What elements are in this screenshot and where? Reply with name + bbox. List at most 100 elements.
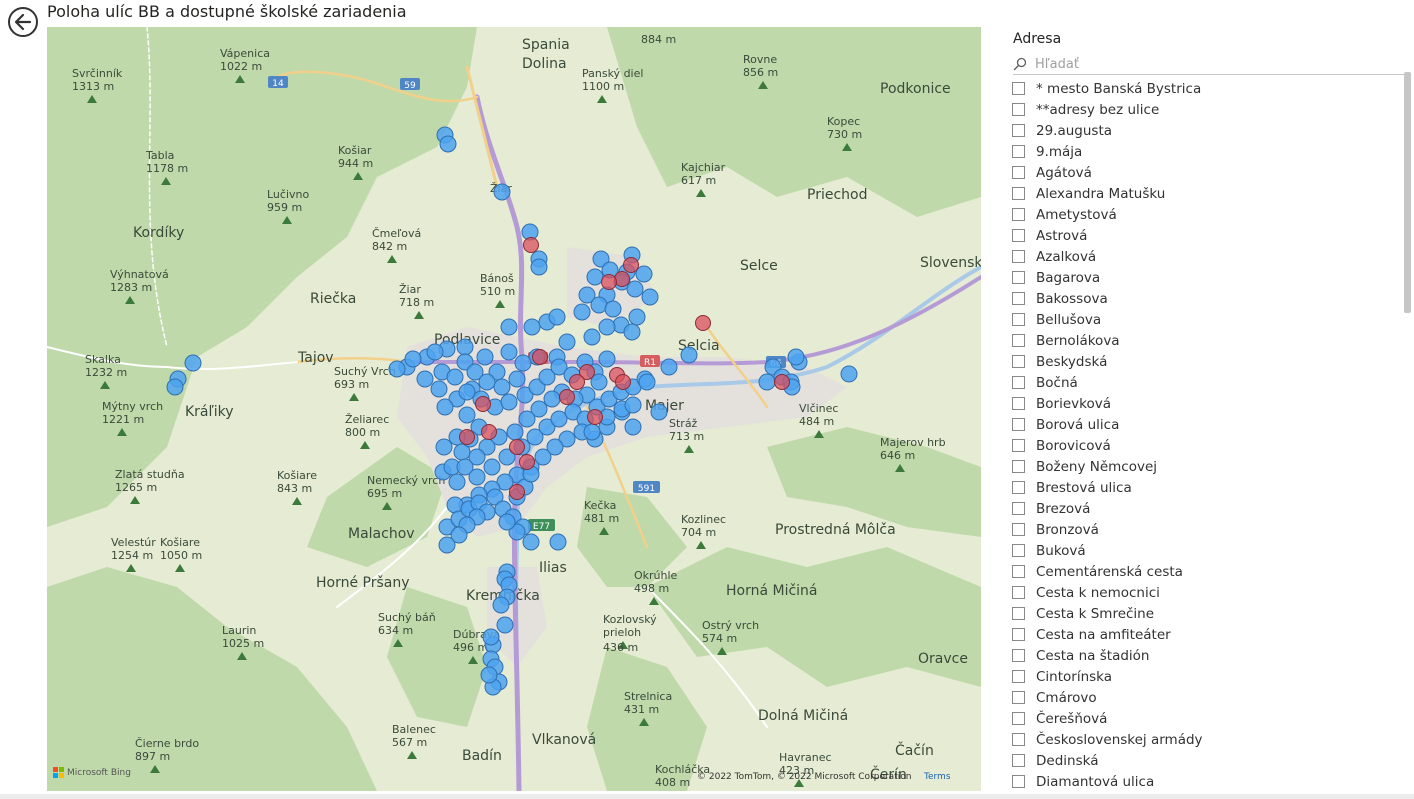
checkbox[interactable] [1012,439,1025,452]
map-point[interactable] [787,348,805,366]
slicer-item[interactable]: Československej armády [1011,729,1399,750]
map-point[interactable] [758,373,776,391]
map-point-red[interactable] [475,396,491,412]
map-point[interactable] [438,536,456,554]
map-point[interactable] [522,533,540,551]
map-point-red[interactable] [519,454,535,470]
map-point-red[interactable] [532,349,548,365]
map-point[interactable] [543,390,561,408]
slicer-item[interactable]: Cmárovo [1011,687,1399,708]
map-point[interactable] [478,373,496,391]
slicer-item[interactable]: **adresy bez ulice [1011,99,1399,120]
map-point[interactable] [558,333,576,351]
slicer-item[interactable]: Borová ulica [1011,414,1399,435]
map-point[interactable] [623,323,641,341]
slicer-item[interactable]: Ametystová [1011,204,1399,225]
map-point[interactable] [456,338,474,356]
map-point[interactable] [506,423,524,441]
map-point[interactable] [436,398,454,416]
checkbox[interactable] [1012,712,1025,725]
map-point[interactable] [166,378,184,396]
map-point[interactable] [498,513,516,531]
map-point[interactable] [660,358,678,376]
map-point[interactable] [416,370,434,388]
map-point[interactable] [548,308,566,326]
map-point[interactable] [573,303,591,321]
slicer-item[interactable]: Cesta k Smrečine [1011,603,1399,624]
checkbox[interactable] [1012,502,1025,515]
checkbox[interactable] [1012,82,1025,95]
checkbox[interactable] [1012,229,1025,242]
map-point[interactable] [508,370,526,388]
map-point[interactable] [523,318,541,336]
map-point-red[interactable] [523,237,539,253]
map-point-red[interactable] [587,409,603,425]
slicer-item[interactable]: Bagarova [1011,267,1399,288]
checkbox[interactable] [1012,376,1025,389]
map-point[interactable] [500,318,518,336]
map-point[interactable] [638,373,656,391]
map-point-red[interactable] [774,374,790,390]
map-point[interactable] [624,418,642,436]
map-point[interactable] [641,288,659,306]
map-point[interactable] [514,354,532,372]
checkbox[interactable] [1012,124,1025,137]
map-point[interactable] [480,666,498,684]
map-visual[interactable]: Spania Dolina Vápenica 1022 m 884 m Rovne 856 … [47,27,981,791]
checkbox[interactable] [1012,523,1025,536]
slicer-item[interactable]: 29.augusta [1011,120,1399,141]
slicer-item[interactable]: Alexandra Matušku [1011,183,1399,204]
map-point-red[interactable] [509,439,525,455]
terms-link[interactable]: Terms [924,772,951,782]
map-point[interactable] [476,348,494,366]
slicer-item[interactable]: Cesta na štadión [1011,645,1399,666]
slicer-scrollbar[interactable] [1404,72,1411,313]
checkbox[interactable] [1012,733,1025,746]
map-point-red[interactable] [481,424,497,440]
map-point[interactable] [430,380,448,398]
slicer-item[interactable]: * mesto Banská Bystrica [1011,78,1399,99]
map-point[interactable] [496,616,514,634]
map-point[interactable] [583,423,601,441]
map-point-red[interactable] [509,484,525,500]
map-point[interactable] [518,410,536,428]
map-point[interactable] [456,458,474,476]
checkbox[interactable] [1012,418,1025,431]
map-point[interactable] [482,628,500,646]
checkbox[interactable] [1012,628,1025,641]
map-point[interactable] [598,350,616,368]
slicer-item[interactable]: Cesta na amfiteáter [1011,624,1399,645]
checkbox[interactable] [1012,271,1025,284]
map-point-red[interactable] [459,429,475,445]
checkbox[interactable] [1012,691,1025,704]
map-point[interactable] [590,296,608,314]
slicer-item[interactable]: Čerešňová [1011,708,1399,729]
checkbox[interactable] [1012,355,1025,368]
back-button[interactable] [8,7,38,37]
map-point[interactable] [680,346,698,364]
map-point[interactable] [650,403,668,421]
checkbox[interactable] [1012,460,1025,473]
checkbox[interactable] [1012,166,1025,179]
map-point[interactable] [549,533,567,551]
slicer-item[interactable]: Brezová [1011,498,1399,519]
map-point[interactable] [458,406,476,424]
slicer-item[interactable]: 9.mája [1011,141,1399,162]
slicer-item[interactable]: Cementárenská cesta [1011,561,1399,582]
map-point[interactable] [626,280,644,298]
slicer-item[interactable]: Dedinská [1011,750,1399,771]
map-point-red[interactable] [614,271,630,287]
checkbox[interactable] [1012,187,1025,200]
slicer-item[interactable]: Bakossova [1011,288,1399,309]
slicer-item[interactable]: Cintorínska [1011,666,1399,687]
map-point-red[interactable] [615,374,631,390]
map-point[interactable] [550,410,568,428]
checkbox[interactable] [1012,586,1025,599]
checkbox[interactable] [1012,292,1025,305]
checkbox[interactable] [1012,754,1025,767]
map-point[interactable] [184,354,202,372]
map-point[interactable] [446,496,464,514]
map-point[interactable] [492,596,510,614]
checkbox[interactable] [1012,397,1025,410]
slicer-item[interactable]: Azalková [1011,246,1399,267]
